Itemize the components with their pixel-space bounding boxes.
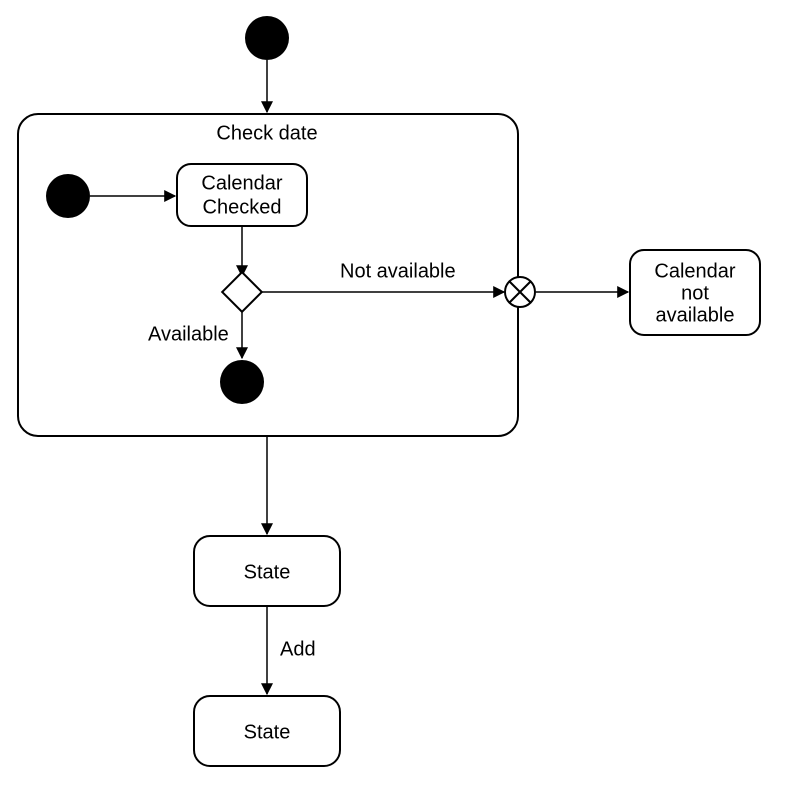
state-calendar-checked-label-2: Checked (203, 196, 282, 218)
decision-node (222, 272, 262, 312)
state-node-2-label: State (244, 721, 291, 743)
state-node-1-label: State (244, 561, 291, 583)
state-calendar-not-available-label-1: Calendar (654, 260, 736, 282)
final-node-inner (220, 360, 264, 404)
edge-label-add: Add (280, 638, 316, 660)
state-calendar-not-available-label-3: available (656, 304, 735, 326)
state-calendar-checked-label-1: Calendar (201, 172, 283, 194)
edge-label-available: Available (148, 323, 229, 345)
initial-node-inner (46, 174, 90, 218)
exit-point-icon (505, 277, 535, 307)
edge-label-not-available: Not available (340, 260, 456, 282)
initial-node-outer (245, 16, 289, 60)
state-diagram: Check date Calendar Checked Not availabl… (0, 0, 800, 796)
state-calendar-not-available-label-2: not (681, 282, 709, 304)
container-title: Check date (216, 122, 317, 144)
